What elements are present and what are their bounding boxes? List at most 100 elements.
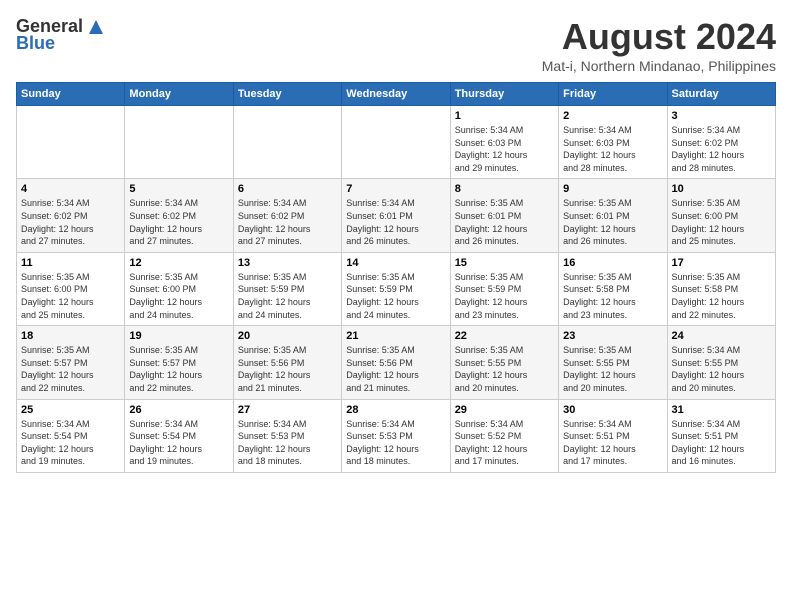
calendar-body: 1 Sunrise: 5:34 AM Sunset: 6:03 PM Daylig… — [17, 106, 776, 473]
day-number: 7 — [346, 183, 445, 195]
day-number: 2 — [563, 110, 662, 122]
calendar-week-3: 11 Sunrise: 5:35 AM Sunset: 6:00 PM Dayli… — [17, 252, 776, 325]
day-number: 3 — [672, 110, 771, 122]
calendar-cell: 29 Sunrise: 5:34 AM Sunset: 5:52 PM Dayli… — [450, 399, 558, 472]
day-info: Sunrise: 5:34 AM Sunset: 6:02 PM Dayligh… — [129, 197, 228, 247]
calendar-cell: 30 Sunrise: 5:34 AM Sunset: 5:51 PM Dayli… — [559, 399, 667, 472]
weekday-header-sunday: Sunday — [17, 83, 125, 106]
calendar-cell: 24 Sunrise: 5:34 AM Sunset: 5:55 PM Dayli… — [667, 326, 775, 399]
day-info: Sunrise: 5:34 AM Sunset: 5:53 PM Dayligh… — [346, 418, 445, 468]
day-info: Sunrise: 5:35 AM Sunset: 5:56 PM Dayligh… — [238, 344, 337, 394]
day-number: 15 — [455, 257, 554, 269]
day-number: 4 — [21, 183, 120, 195]
calendar-week-2: 4 Sunrise: 5:34 AM Sunset: 6:02 PM Daylig… — [17, 179, 776, 252]
day-number: 5 — [129, 183, 228, 195]
calendar-cell: 21 Sunrise: 5:35 AM Sunset: 5:56 PM Dayli… — [342, 326, 450, 399]
logo-icon — [85, 16, 107, 34]
calendar-cell: 12 Sunrise: 5:35 AM Sunset: 6:00 PM Dayli… — [125, 252, 233, 325]
day-info: Sunrise: 5:34 AM Sunset: 5:51 PM Dayligh… — [672, 418, 771, 468]
day-info: Sunrise: 5:34 AM Sunset: 6:03 PM Dayligh… — [455, 124, 554, 174]
calendar-cell — [17, 106, 125, 179]
day-number: 22 — [455, 330, 554, 342]
calendar-week-4: 18Sunrise: 5:35 AM Sunset: 5:57 PM Dayli… — [17, 326, 776, 399]
day-info: Sunrise: 5:35 AM Sunset: 6:00 PM Dayligh… — [21, 271, 120, 321]
day-number: 26 — [129, 404, 228, 416]
day-info: Sunrise: 5:35 AM Sunset: 6:00 PM Dayligh… — [129, 271, 228, 321]
day-info: Sunrise: 5:34 AM Sunset: 5:51 PM Dayligh… — [563, 418, 662, 468]
weekday-header-friday: Friday — [559, 83, 667, 106]
day-number: 24 — [672, 330, 771, 342]
day-number: 11 — [21, 257, 120, 269]
day-number: 29 — [455, 404, 554, 416]
day-info: Sunrise: 5:35 AM Sunset: 5:58 PM Dayligh… — [563, 271, 662, 321]
calendar-cell: 26 Sunrise: 5:34 AM Sunset: 5:54 PM Dayli… — [125, 399, 233, 472]
day-info: Sunrise: 5:34 AM Sunset: 6:02 PM Dayligh… — [672, 124, 771, 174]
day-number: 25 — [21, 404, 120, 416]
month-title: August 2024 — [542, 16, 776, 58]
calendar-cell: 19Sunrise: 5:35 AM Sunset: 5:57 PM Dayli… — [125, 326, 233, 399]
calendar-cell: 28 Sunrise: 5:34 AM Sunset: 5:53 PM Dayli… — [342, 399, 450, 472]
day-info: Sunrise: 5:35 AM Sunset: 5:59 PM Dayligh… — [455, 271, 554, 321]
calendar-cell: 15 Sunrise: 5:35 AM Sunset: 5:59 PM Dayli… — [450, 252, 558, 325]
weekday-header-monday: Monday — [125, 83, 233, 106]
day-info: Sunrise: 5:35 AM Sunset: 5:55 PM Dayligh… — [455, 344, 554, 394]
day-number: 27 — [238, 404, 337, 416]
calendar-cell: 10 Sunrise: 5:35 AM Sunset: 6:00 PM Dayli… — [667, 179, 775, 252]
day-number: 17 — [672, 257, 771, 269]
weekday-header-saturday: Saturday — [667, 83, 775, 106]
day-info: Sunrise: 5:34 AM Sunset: 5:55 PM Dayligh… — [672, 344, 771, 394]
day-number: 10 — [672, 183, 771, 195]
calendar-cell — [125, 106, 233, 179]
title-area: August 2024 Mat-i, Northern Mindanao, Ph… — [542, 16, 776, 74]
location-title: Mat-i, Northern Mindanao, Philippines — [542, 58, 776, 74]
day-number: 12 — [129, 257, 228, 269]
calendar-cell: 16 Sunrise: 5:35 AM Sunset: 5:58 PM Dayli… — [559, 252, 667, 325]
header: General Blue August 2024 Mat-i, Northern… — [16, 16, 776, 74]
day-number: 1 — [455, 110, 554, 122]
day-number: 16 — [563, 257, 662, 269]
calendar-cell: 22 Sunrise: 5:35 AM Sunset: 5:55 PM Dayli… — [450, 326, 558, 399]
logo-blue-text: Blue — [16, 33, 55, 53]
day-info: Sunrise: 5:34 AM Sunset: 5:54 PM Dayligh… — [21, 418, 120, 468]
day-info: Sunrise: 5:35 AM Sunset: 5:58 PM Dayligh… — [672, 271, 771, 321]
calendar-cell: 31 Sunrise: 5:34 AM Sunset: 5:51 PM Dayli… — [667, 399, 775, 472]
day-number: 6 — [238, 183, 337, 195]
calendar-cell: 17 Sunrise: 5:35 AM Sunset: 5:58 PM Dayli… — [667, 252, 775, 325]
calendar-cell: 18Sunrise: 5:35 AM Sunset: 5:57 PM Dayli… — [17, 326, 125, 399]
calendar-cell: 20 Sunrise: 5:35 AM Sunset: 5:56 PM Dayli… — [233, 326, 341, 399]
calendar-week-1: 1 Sunrise: 5:34 AM Sunset: 6:03 PM Daylig… — [17, 106, 776, 179]
day-number: 28 — [346, 404, 445, 416]
calendar-cell: 1 Sunrise: 5:34 AM Sunset: 6:03 PM Daylig… — [450, 106, 558, 179]
day-info: Sunrise: 5:35 AM Sunset: 6:01 PM Dayligh… — [455, 197, 554, 247]
day-number: 9 — [563, 183, 662, 195]
weekday-header-thursday: Thursday — [450, 83, 558, 106]
day-info: Sunrise: 5:35 AM Sunset: 6:01 PM Dayligh… — [563, 197, 662, 247]
day-number: 14 — [346, 257, 445, 269]
day-info: Sunrise: 5:35 AM Sunset: 5:59 PM Dayligh… — [346, 271, 445, 321]
calendar-cell: 7Sunrise: 5:34 AM Sunset: 6:01 PM Daylig… — [342, 179, 450, 252]
calendar-cell: 25 Sunrise: 5:34 AM Sunset: 5:54 PM Dayli… — [17, 399, 125, 472]
day-number: 21 — [346, 330, 445, 342]
day-number: 18 — [21, 330, 120, 342]
day-number: 30 — [563, 404, 662, 416]
calendar-cell: 3 Sunrise: 5:34 AM Sunset: 6:02 PM Daylig… — [667, 106, 775, 179]
calendar-cell: 4Sunrise: 5:34 AM Sunset: 6:02 PM Daylig… — [17, 179, 125, 252]
day-number: 31 — [672, 404, 771, 416]
calendar-cell — [342, 106, 450, 179]
day-info: Sunrise: 5:34 AM Sunset: 5:52 PM Dayligh… — [455, 418, 554, 468]
calendar-cell: 8 Sunrise: 5:35 AM Sunset: 6:01 PM Daylig… — [450, 179, 558, 252]
calendar-cell — [233, 106, 341, 179]
calendar-week-5: 25 Sunrise: 5:34 AM Sunset: 5:54 PM Dayli… — [17, 399, 776, 472]
calendar-cell: 6 Sunrise: 5:34 AM Sunset: 6:02 PM Daylig… — [233, 179, 341, 252]
calendar-cell: 9 Sunrise: 5:35 AM Sunset: 6:01 PM Daylig… — [559, 179, 667, 252]
day-info: Sunrise: 5:35 AM Sunset: 5:56 PM Dayligh… — [346, 344, 445, 394]
day-info: Sunrise: 5:34 AM Sunset: 6:03 PM Dayligh… — [563, 124, 662, 174]
logo: General Blue — [16, 16, 107, 54]
day-info: Sunrise: 5:34 AM Sunset: 5:54 PM Dayligh… — [129, 418, 228, 468]
day-number: 8 — [455, 183, 554, 195]
day-info: Sunrise: 5:34 AM Sunset: 6:02 PM Dayligh… — [238, 197, 337, 247]
day-info: Sunrise: 5:35 AM Sunset: 6:00 PM Dayligh… — [672, 197, 771, 247]
calendar-cell: 2 Sunrise: 5:34 AM Sunset: 6:03 PM Daylig… — [559, 106, 667, 179]
calendar-cell: 23Sunrise: 5:35 AM Sunset: 5:55 PM Dayli… — [559, 326, 667, 399]
day-number: 20 — [238, 330, 337, 342]
